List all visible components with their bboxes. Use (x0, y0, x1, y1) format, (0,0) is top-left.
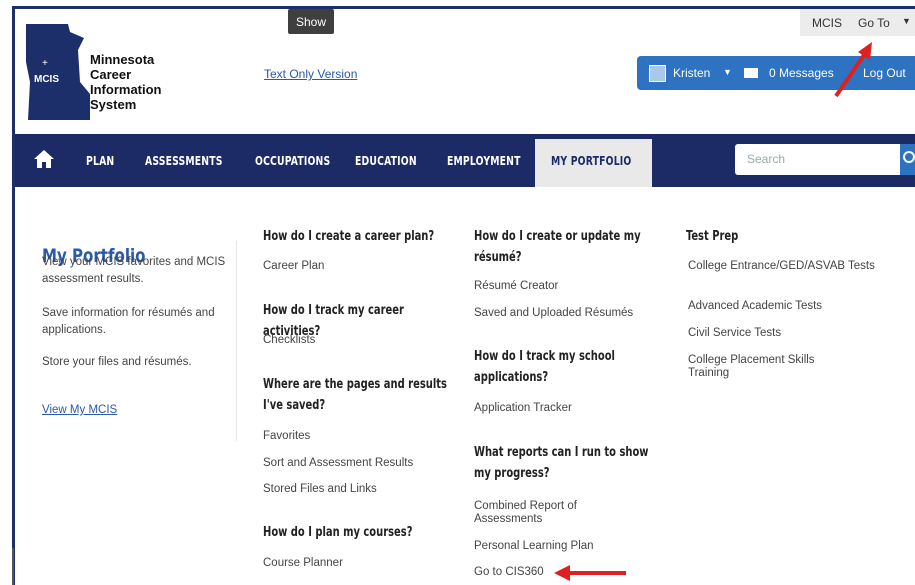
avatar-icon (649, 65, 666, 82)
saved-resumes-link[interactable]: Saved and Uploaded Résumés (474, 307, 633, 320)
personal-learning-plan-link[interactable]: Personal Learning Plan (474, 540, 594, 553)
search-input[interactable]: Search (735, 144, 903, 175)
chevron-down-icon[interactable]: ▼ (723, 67, 732, 77)
view-my-mcis-link[interactable]: View My MCIS (42, 404, 117, 416)
mail-icon[interactable] (744, 68, 758, 78)
resume-creator-link[interactable]: Résumé Creator (474, 280, 558, 293)
user-menu[interactable]: Kristen (673, 66, 710, 80)
combined-report-link[interactable]: Combined Report of Assessments (474, 500, 634, 526)
goto-dropdown[interactable]: Go To (858, 16, 890, 30)
main-nav: PLAN ASSESSMENTS OCCUPATIONS EDUCATION E… (15, 134, 915, 187)
question-heading: How do I create or update my résumé? (474, 229, 641, 265)
svg-text:+: + (42, 58, 48, 69)
test-prep-title: Test Prep (686, 229, 739, 244)
stored-files-link[interactable]: Stored Files and Links (263, 483, 377, 496)
search-button[interactable] (900, 144, 915, 175)
nav-plan[interactable]: PLAN (86, 134, 114, 187)
question-heading: How do I create a career plan? (263, 229, 435, 244)
sidebar-text-3: Store your files and résumés. (42, 356, 192, 368)
nav-education[interactable]: EDUCATION (355, 134, 417, 187)
nav-occupations[interactable]: OCCUPATIONS (255, 134, 330, 187)
sidebar-text-2: Save information for résumés and applica… (42, 307, 215, 336)
nav-assessments[interactable]: ASSESSMENTS (145, 134, 223, 187)
course-planner-link[interactable]: Course Planner (263, 557, 343, 570)
nav-employment[interactable]: EMPLOYMENT (447, 134, 521, 187)
red-arrow-icon (554, 565, 626, 581)
question-heading: How do I track my school applications? (474, 349, 615, 385)
messages-link[interactable]: 0 Messages (769, 66, 834, 80)
chevron-down-icon[interactable]: ▼ (902, 16, 911, 26)
sidebar-divider (236, 241, 237, 441)
sort-assessment-results-link[interactable]: Sort and Assessment Results (263, 457, 413, 470)
logo-abbr: MCIS (34, 74, 59, 85)
minnesota-logo[interactable]: MCIS + (24, 22, 94, 122)
sidebar-text-1: View your MCIS favorites and MCIS assess… (42, 256, 226, 285)
go-to-cis360-link[interactable]: Go to CIS360 (474, 566, 544, 579)
advanced-academic-tests-link[interactable]: Advanced Academic Tests (688, 300, 822, 313)
text-only-link[interactable]: Text Only Version (264, 67, 357, 81)
civil-service-tests-link[interactable]: Civil Service Tests (688, 327, 781, 340)
career-plan-link[interactable]: Career Plan (263, 260, 324, 273)
red-arrow-icon (834, 42, 872, 98)
logo-text: Minnesota Career Information System (90, 52, 162, 112)
favorites-link[interactable]: Favorites (263, 430, 310, 443)
nav-my-portfolio[interactable]: MY PORTFOLIO (551, 134, 631, 187)
college-placement-link[interactable]: College Placement Skills Training (688, 354, 858, 380)
application-tracker-link[interactable]: Application Tracker (474, 402, 572, 415)
search-icon (903, 151, 915, 163)
show-tooltip: Show (288, 9, 334, 34)
home-icon[interactable] (33, 148, 55, 170)
question-heading: What reports can I run to show my progre… (474, 445, 649, 481)
checklists-link[interactable]: Checklists (263, 334, 315, 347)
scrollbar[interactable] (12, 548, 14, 585)
mcis-link[interactable]: MCIS (812, 16, 842, 30)
question-heading: Where are the pages and results I've sav… (263, 377, 447, 413)
question-heading: How do I plan my courses? (263, 525, 413, 540)
college-entrance-tests-link[interactable]: College Entrance/GED/ASVAB Tests (688, 260, 878, 273)
